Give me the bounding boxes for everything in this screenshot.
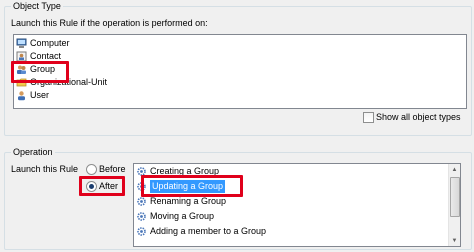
gear-icon bbox=[136, 211, 147, 222]
list-item-adding-member[interactable]: Adding a member to a Group bbox=[136, 225, 266, 238]
show-all-checkbox[interactable] bbox=[363, 112, 374, 123]
after-label: After bbox=[99, 181, 119, 191]
gear-icon bbox=[136, 226, 147, 237]
before-radio[interactable] bbox=[86, 164, 97, 175]
gear-icon bbox=[136, 196, 147, 207]
group-icon bbox=[16, 64, 27, 75]
scroll-up-icon[interactable]: ▲ bbox=[449, 164, 460, 175]
before-label: Before bbox=[99, 164, 126, 174]
ou-icon bbox=[16, 77, 27, 88]
list-item-computer[interactable]: Computer bbox=[16, 37, 70, 50]
object-type-group: Object Type Launch this Rule if the oper… bbox=[4, 1, 472, 136]
operation-title: Operation bbox=[11, 147, 55, 158]
list-item-user[interactable]: User bbox=[16, 89, 49, 102]
contact-icon bbox=[16, 51, 27, 62]
object-type-title: Object Type bbox=[11, 1, 63, 12]
object-type-list[interactable]: Computer Contact Group Organizational-Un… bbox=[13, 34, 467, 109]
list-item-contact[interactable]: Contact bbox=[16, 50, 61, 63]
operation-scrollbar[interactable]: ▲ ▼ bbox=[448, 164, 460, 246]
gear-icon bbox=[136, 166, 147, 177]
computer-icon bbox=[16, 38, 27, 49]
gear-icon bbox=[136, 181, 147, 192]
show-all-label: Show all object types bbox=[376, 112, 461, 122]
list-item-creating[interactable]: Creating a Group bbox=[136, 165, 219, 178]
user-icon bbox=[16, 90, 27, 101]
operation-list[interactable]: Creating a Group Updating a Group Renami… bbox=[133, 163, 461, 247]
list-item-renaming[interactable]: Renaming a Group bbox=[136, 195, 226, 208]
operation-group: Operation Launch this Rule Before After … bbox=[4, 147, 472, 250]
list-item-organizational-unit[interactable]: Organizational-Unit bbox=[16, 76, 107, 89]
list-item-group[interactable]: Group bbox=[16, 63, 55, 76]
scroll-thumb[interactable] bbox=[450, 177, 460, 217]
list-item-updating[interactable]: Updating a Group bbox=[136, 180, 226, 193]
object-type-prompt: Launch this Rule if the operation is per… bbox=[11, 18, 208, 28]
list-item-moving[interactable]: Moving a Group bbox=[136, 210, 214, 223]
launch-label: Launch this Rule bbox=[11, 164, 79, 174]
after-radio[interactable] bbox=[86, 181, 97, 192]
scroll-down-icon[interactable]: ▼ bbox=[449, 235, 460, 246]
